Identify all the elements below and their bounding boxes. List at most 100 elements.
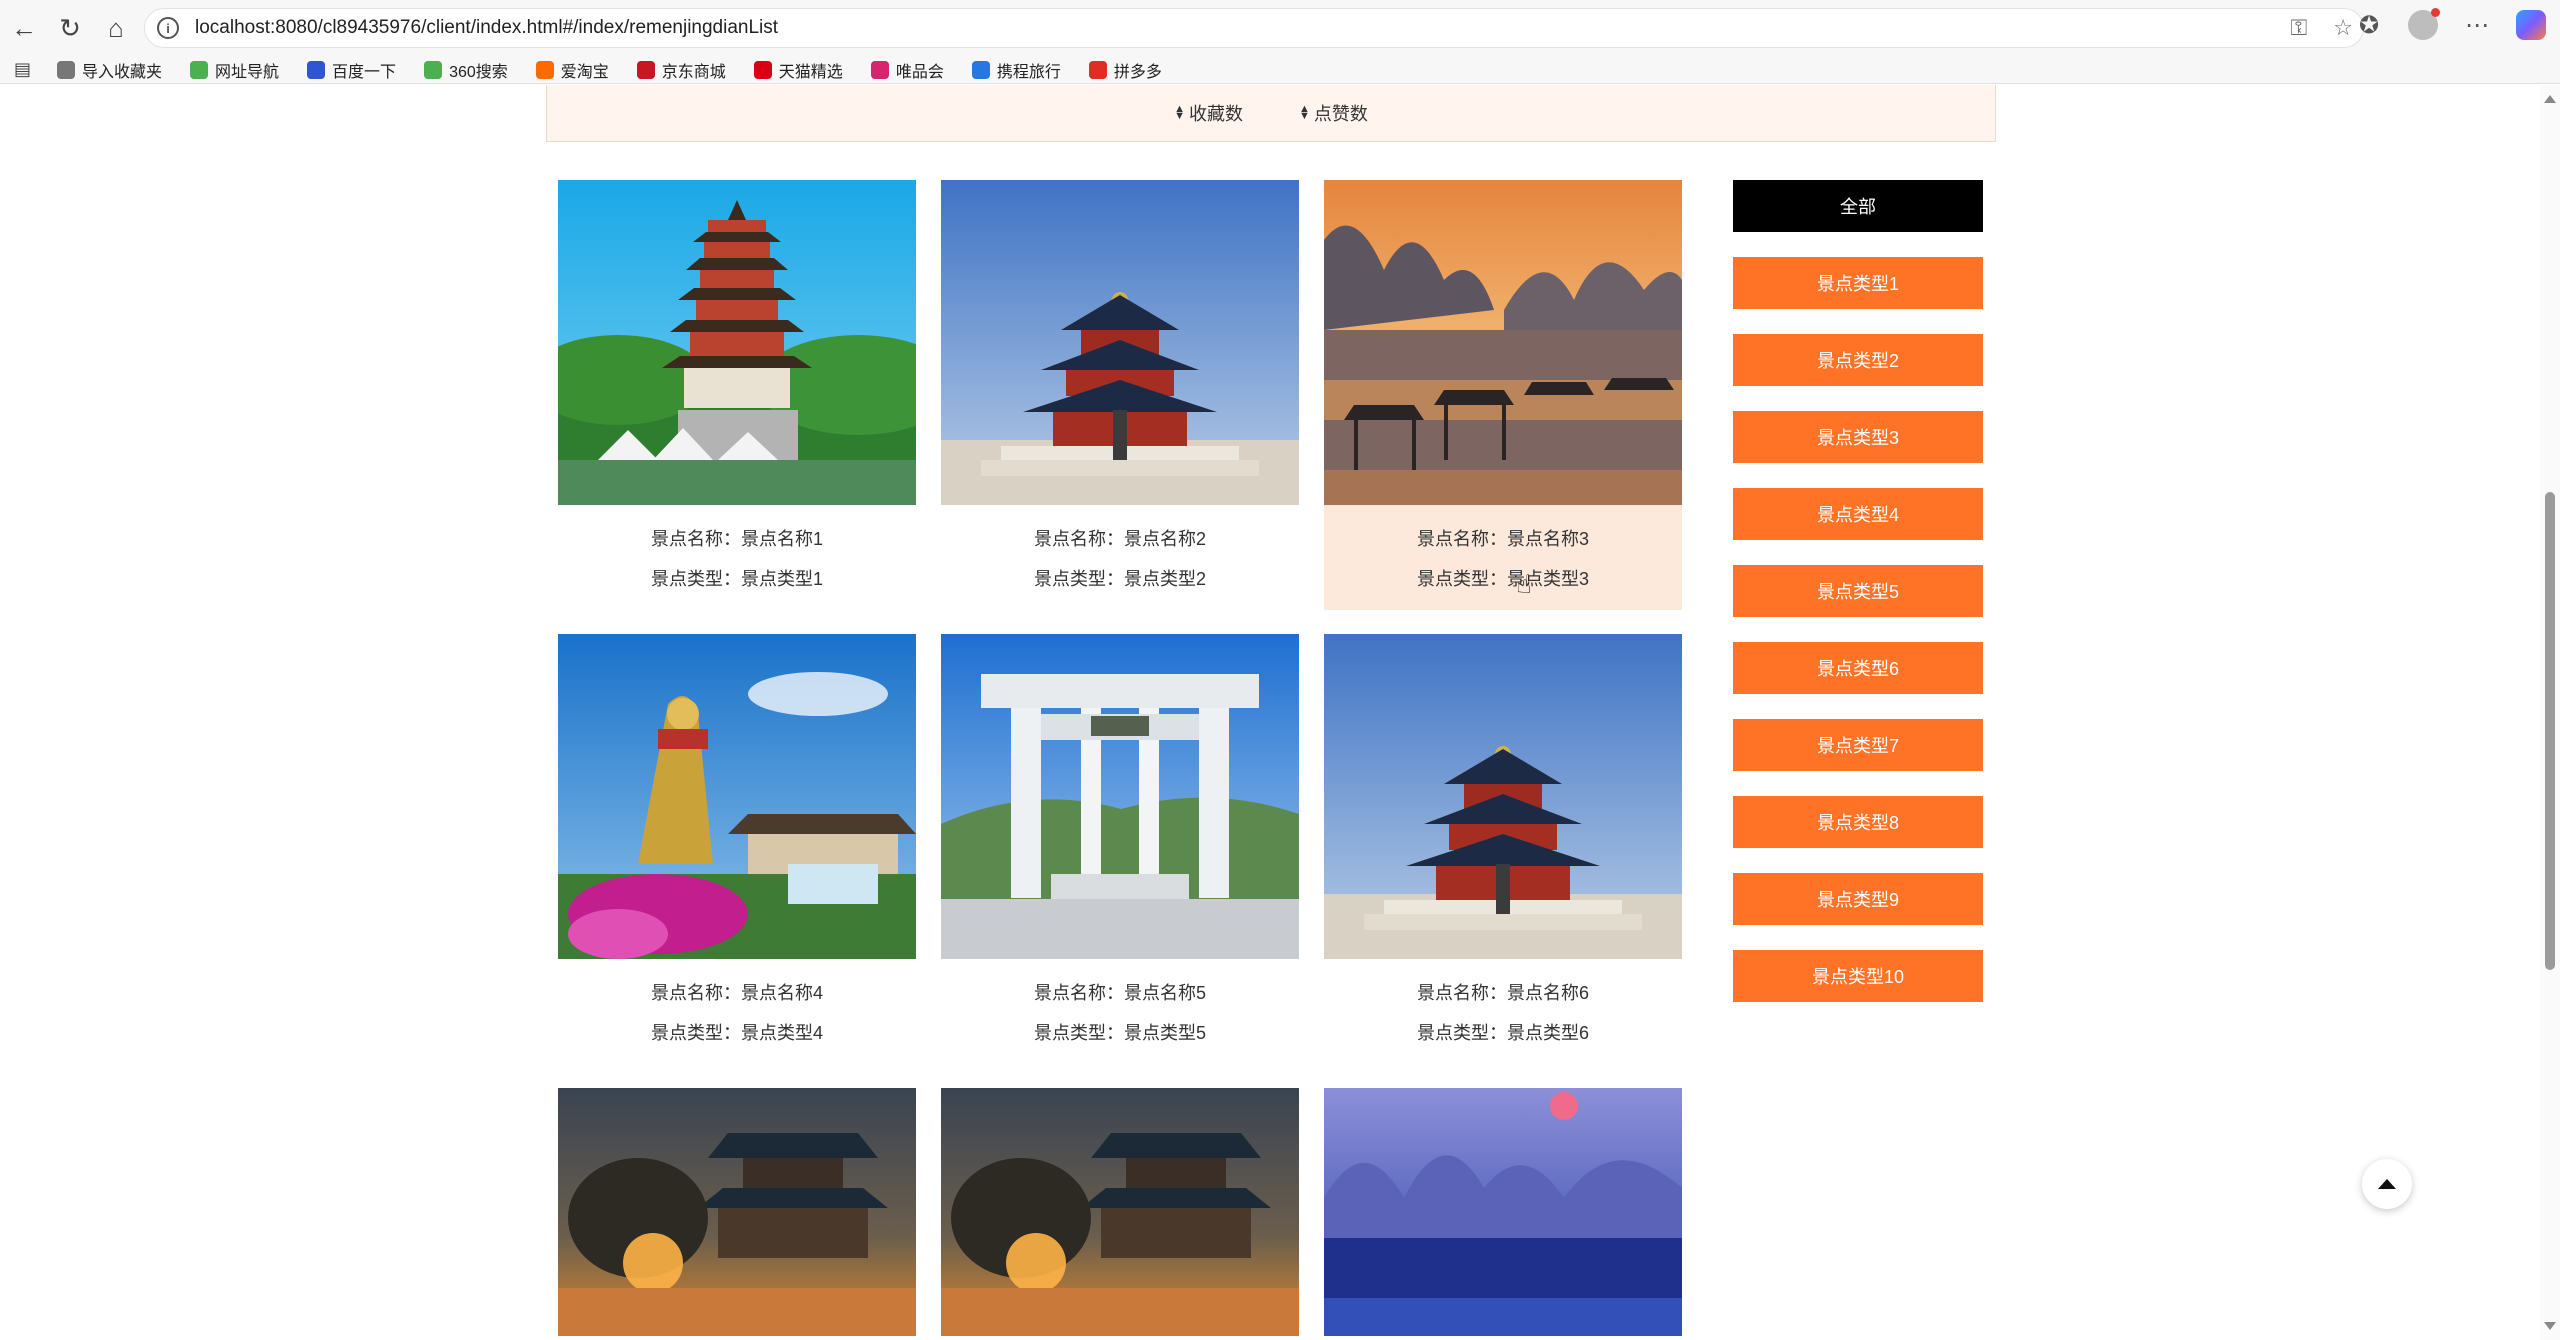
copilot-icon[interactable] <box>2516 10 2546 40</box>
category-button[interactable]: 景点类型1 <box>1733 257 1983 309</box>
attraction-type: 景点类型：景点类型4 <box>650 1023 823 1043</box>
nav-logo-icon <box>190 60 209 79</box>
360-search-icon <box>424 60 443 79</box>
attraction-card[interactable]: 景点名称：景点名称4 景点类型：景点类型4 <box>558 634 916 1064</box>
bookmark-label: 天猫精选 <box>778 63 843 81</box>
bookmark-item[interactable]: 爱淘宝 <box>535 58 609 82</box>
folder-import-icon <box>57 60 76 79</box>
attraction-name: 景点名称：景点名称5 <box>1033 983 1206 1003</box>
reading-mode-icon[interactable]: ▤ <box>14 59 31 80</box>
category-button[interactable]: 景点类型10 <box>1733 950 1983 1002</box>
bookmark-item[interactable]: 百度一下 <box>307 58 396 82</box>
attraction-image[interactable] <box>558 634 916 959</box>
jd-icon <box>636 60 655 79</box>
attraction-type: 景点类型：景点类型2 <box>1033 569 1206 589</box>
bookmark-item[interactable]: 网址导航 <box>190 58 279 82</box>
sort-arrows-icon: ▲ ▼ <box>1174 103 1185 122</box>
bookmark-label: 百度一下 <box>332 63 397 81</box>
back-to-top-button[interactable] <box>2362 1159 2412 1209</box>
tmall-icon <box>753 60 772 79</box>
page-scrollbar[interactable] <box>2540 85 2560 1340</box>
reload-icon[interactable]: ↻ <box>48 6 92 50</box>
attraction-type: 景点类型：景点类型3 <box>1416 569 1589 589</box>
mouse-cursor-icon: ☝ <box>1516 569 1532 599</box>
attraction-card[interactable]: 景点名称：景点名称3 景点类型：景点类型3 <box>1324 180 1682 610</box>
home-icon[interactable]: ⌂ <box>94 6 138 50</box>
bookmark-label: 爱淘宝 <box>560 63 609 81</box>
attraction-card[interactable]: 景点名称：景点名称1 景点类型：景点类型1 <box>558 180 916 610</box>
category-button[interactable]: 景点类型4 <box>1733 488 1983 540</box>
more-menu-icon[interactable]: ⋯ <box>2460 11 2494 40</box>
sort-likes-label: 点赞数 <box>1313 104 1368 124</box>
category-button[interactable]: 景点类型6 <box>1733 642 1983 694</box>
vip-icon <box>870 60 889 79</box>
attraction-card[interactable]: 景点名称：景点名称5 景点类型：景点类型5 <box>941 634 1299 1064</box>
attraction-image[interactable] <box>558 1088 916 1336</box>
category-button[interactable]: 景点类型9 <box>1733 873 1983 925</box>
ctrip-icon <box>971 60 990 79</box>
attraction-name: 景点名称：景点名称2 <box>1033 529 1206 549</box>
category-button[interactable]: 景点类型7 <box>1733 719 1983 771</box>
attraction-card[interactable] <box>1324 1088 1682 1340</box>
sort-arrows-icon: ▲ ▼ <box>1299 103 1310 122</box>
bookmark-label: 导入收藏夹 <box>82 63 163 81</box>
attraction-card[interactable] <box>558 1088 916 1340</box>
key-icon[interactable]: ⚿ <box>2291 15 2308 41</box>
attraction-name: 景点名称：景点名称3 <box>1416 529 1589 549</box>
attraction-image[interactable] <box>941 1088 1299 1336</box>
site-info-icon[interactable]: i <box>157 17 179 39</box>
attraction-name: 景点名称：景点名称6 <box>1416 983 1589 1003</box>
scroll-up-arrow-icon[interactable] <box>2544 95 2556 103</box>
bookmark-item[interactable]: 唯品会 <box>870 58 944 82</box>
attraction-type: 景点类型：景点类型1 <box>650 569 823 589</box>
category-button[interactable]: 景点类型8 <box>1733 796 1983 848</box>
bookmark-item[interactable]: 360搜索 <box>424 58 508 82</box>
attraction-image[interactable] <box>941 180 1299 505</box>
favorite-star-icon[interactable]: ☆ <box>2333 15 2353 41</box>
attraction-card[interactable] <box>941 1088 1299 1340</box>
scroll-down-arrow-icon[interactable] <box>2544 1322 2556 1330</box>
bookmark-item[interactable]: 天猫精选 <box>753 58 843 82</box>
bookmark-item[interactable]: 京东商城 <box>636 58 726 82</box>
attraction-image[interactable] <box>1324 634 1682 959</box>
baidu-icon <box>307 60 326 79</box>
scroll-thumb[interactable] <box>2545 492 2555 970</box>
attraction-type: 景点类型：景点类型5 <box>1033 1023 1206 1043</box>
bookmark-label: 京东商城 <box>661 63 726 81</box>
arrow-up-icon <box>2378 1179 2396 1189</box>
attraction-image[interactable] <box>941 634 1299 959</box>
attraction-image[interactable] <box>558 180 916 505</box>
attraction-image[interactable] <box>1324 1088 1682 1336</box>
bookmark-item[interactable]: 携程旅行 <box>971 58 1061 82</box>
bookmark-item[interactable]: 导入收藏夹 <box>57 58 162 82</box>
attraction-card[interactable]: 景点名称：景点名称6 景点类型：景点类型6 <box>1324 634 1682 1064</box>
category-button[interactable]: 景点类型3 <box>1733 411 1983 463</box>
bookmark-label: 360搜索 <box>449 63 508 81</box>
profile-avatar[interactable] <box>2408 8 2440 40</box>
sort-bar: ▲ ▼ 收藏数 ▲ ▼ 点赞数 <box>546 85 1996 142</box>
sort-by-favorites[interactable]: ▲ ▼ 收藏数 <box>1174 100 1243 126</box>
favorites-list-icon[interactable]: ✪ <box>2352 11 2386 40</box>
sort-by-likes[interactable]: ▲ ▼ 点赞数 <box>1299 100 1368 126</box>
address-bar[interactable]: i localhost:8080/cl89435976/client/index… <box>144 8 2364 48</box>
bookmarks-bar: ▤ 导入收藏夹 网址导航 百度一下 360搜索 爱淘宝 京东商城 天猫精选 唯品会 携程旅行 拼多… <box>0 56 2560 84</box>
bookmark-item[interactable]: 拼多多 <box>1088 58 1162 82</box>
attraction-image[interactable] <box>1324 180 1682 505</box>
bookmark-label: 网址导航 <box>215 63 280 81</box>
url-text[interactable]: localhost:8080/cl89435976/client/index.h… <box>195 17 778 39</box>
browser-toolbar: ← ↻ ⌂ i localhost:8080/cl89435976/client… <box>0 0 2560 56</box>
attraction-type: 景点类型：景点类型6 <box>1416 1023 1589 1043</box>
category-button[interactable]: 景点类型2 <box>1733 334 1983 386</box>
attraction-name: 景点名称：景点名称4 <box>650 983 823 1003</box>
bookmark-label: 携程旅行 <box>996 63 1061 81</box>
category-all-button[interactable]: 全部 <box>1733 180 1983 232</box>
attraction-card[interactable]: 景点名称：景点名称2 景点类型：景点类型2 <box>941 180 1299 610</box>
pinduoduo-icon <box>1088 60 1107 79</box>
bookmark-label: 拼多多 <box>1113 63 1162 81</box>
back-arrow-icon[interactable]: ← <box>2 6 46 50</box>
taobao-icon <box>535 60 554 79</box>
category-button[interactable]: 景点类型5 <box>1733 565 1983 617</box>
bookmark-label: 唯品会 <box>895 63 944 81</box>
attraction-name: 景点名称：景点名称1 <box>650 529 823 549</box>
page-viewport: ▲ ▼ 收藏数 ▲ ▼ 点赞数 景点名称：景点名称1 景点类型：景点类型1 景点… <box>0 85 2560 1340</box>
